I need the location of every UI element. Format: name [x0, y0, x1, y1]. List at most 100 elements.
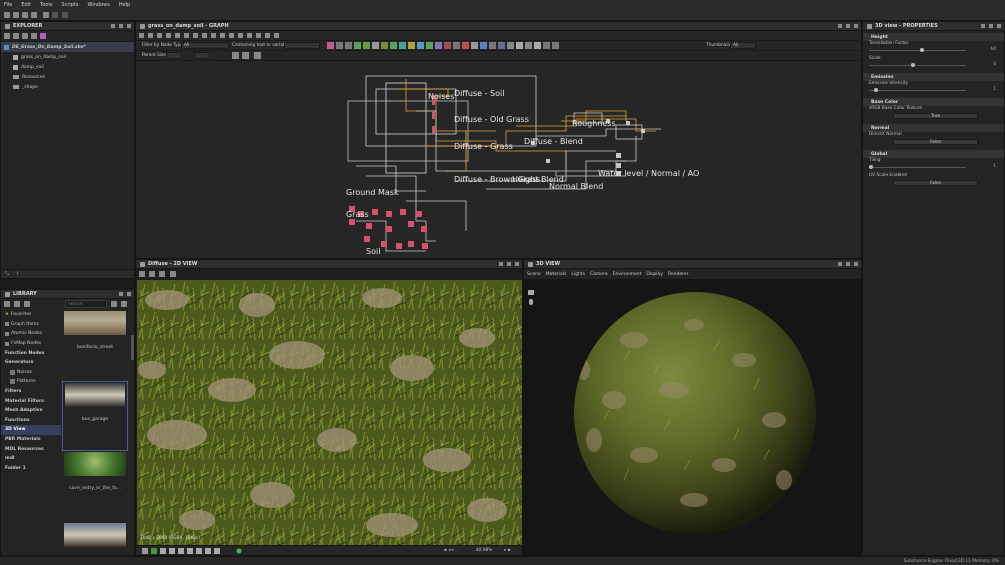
menu-scripts[interactable]: Scripts [61, 2, 78, 8]
lib-cat-filters[interactable]: Filters [1, 387, 61, 397]
tiling-slider[interactable]: 1 [869, 164, 996, 170]
lib-cat-function-nodes[interactable]: Function Nodes [1, 348, 61, 358]
library-thumb[interactable]: cave_entry_in_the_fo... [62, 452, 128, 522]
scale-value[interactable]: 4 [993, 62, 996, 67]
lib-cat-material-filters[interactable]: Material Filters [1, 396, 61, 406]
redo-icon[interactable] [52, 12, 58, 18]
uvscale-toggle[interactable]: False [893, 180, 978, 186]
section-base-color[interactable]: Base Color [863, 98, 1004, 106]
srgb-toggle[interactable]: True [893, 113, 978, 119]
settings-icon[interactable] [24, 301, 30, 307]
close-icon[interactable] [854, 262, 858, 266]
tree-item-folder[interactable]: Resources [1, 72, 134, 82]
float-icon[interactable] [507, 262, 511, 266]
float-icon[interactable] [119, 24, 123, 28]
menu-materials[interactable]: Materials [546, 272, 567, 277]
scale-slider[interactable]: 4 [869, 62, 996, 68]
copy-icon[interactable] [159, 271, 165, 277]
menu-edit[interactable]: Edit [21, 2, 31, 8]
save-all-icon[interactable] [31, 12, 37, 18]
lib-cat-graph-items[interactable]: Graph Items [1, 320, 61, 330]
emissive-value[interactable]: 1 [993, 87, 996, 92]
save-image-icon[interactable] [149, 271, 155, 277]
menu-lights[interactable]: Lights [571, 272, 585, 277]
slider-knob[interactable] [873, 87, 878, 92]
lib-cat-3d-view[interactable]: 3D View [1, 425, 61, 435]
filter-text-input[interactable] [284, 42, 320, 49]
float-icon[interactable] [989, 24, 993, 28]
node-type-filter-icons[interactable] [327, 42, 617, 50]
lib-cat-patterns[interactable]: Patterns [1, 377, 61, 387]
3d-viewport[interactable] [524, 280, 861, 555]
library-thumb[interactable] [62, 523, 128, 553]
fit-icon[interactable] [170, 271, 176, 277]
float-icon[interactable] [846, 262, 850, 266]
tree-package[interactable]: DE_Grass_On_Damp_Soil.sbs* [1, 42, 134, 52]
pin-icon[interactable] [499, 262, 503, 266]
library-thumb[interactable]: bus_garage [62, 381, 128, 451]
tessellation-value[interactable]: 64 [991, 47, 996, 52]
diffuse-texture-image[interactable]: 2048 x 2048 (RGBA, 16bpc) [137, 280, 522, 545]
frame-grass[interactable]: Grass [346, 210, 369, 219]
tiling-value[interactable]: 1 [993, 164, 996, 169]
lib-cat-noises[interactable]: Noises [1, 368, 61, 378]
lib-cat-mesh-adaptive[interactable]: Mesh Adaptive [1, 406, 61, 416]
link-size-icon[interactable] [242, 52, 249, 59]
library-scrollbar[interactable] [131, 335, 134, 360]
new-package-icon[interactable] [4, 33, 10, 39]
slider-knob[interactable] [910, 62, 915, 67]
info-icon[interactable]: i [17, 271, 18, 277]
close-icon[interactable] [515, 262, 519, 266]
menu-file[interactable]: File [4, 2, 12, 8]
frame-diffuse-grass[interactable]: Diffuse - Grass [454, 142, 513, 151]
graph-toolbar-icons[interactable] [136, 31, 862, 41]
link-icon[interactable] [31, 33, 37, 39]
tree-item-graph[interactable]: grass_on_damp_soil [1, 52, 134, 62]
menu-display[interactable]: Display [646, 272, 663, 277]
lib-cat-atomic-nodes[interactable]: Atomic Nodes [1, 329, 61, 339]
pin-icon[interactable] [111, 24, 115, 28]
open-icon[interactable] [13, 12, 19, 18]
frame-soil[interactable]: Soil [366, 247, 380, 256]
slider-knob[interactable] [920, 47, 925, 52]
view2d-footer-icons[interactable] [142, 548, 252, 555]
frame-normal-blend[interactable]: Normal Blend [549, 182, 603, 191]
close-icon[interactable] [127, 292, 131, 296]
tree-item-folder[interactable]: _shape [1, 82, 134, 92]
add-icon[interactable] [4, 301, 10, 307]
frame-ground-mask[interactable]: Ground Mask [346, 188, 399, 197]
library-thumb[interactable]: bonifacio_street [62, 311, 128, 381]
pin-icon[interactable] [838, 24, 842, 28]
slider-knob[interactable] [869, 164, 873, 169]
pin-toggle-icon[interactable]: ⤡ [5, 271, 9, 277]
thumbnails-select[interactable]: All [730, 42, 756, 49]
frame-diffuse-soil[interactable]: Diffuse - Soil [454, 89, 504, 98]
lib-cat-fxmap-nodes[interactable]: FxMap Nodes [1, 339, 61, 349]
library-search-input[interactable] [65, 300, 107, 308]
close-icon[interactable] [854, 24, 858, 28]
frame-roughness[interactable]: Roughness [572, 119, 616, 128]
menu-help[interactable]: Help [119, 2, 130, 8]
menu-environment[interactable]: Environment [613, 272, 642, 277]
tessellation-slider[interactable]: 64 [869, 47, 996, 53]
lib-cat-favorites[interactable]: ★ Favorites [1, 310, 61, 320]
section-normal[interactable]: Normal [863, 124, 1004, 132]
frame-water-level[interactable]: Water level / Normal / AO [598, 169, 699, 178]
new-icon[interactable] [4, 12, 10, 18]
frame-noises[interactable]: Noises [428, 92, 454, 101]
zoom-step-icons[interactable]: ▸ ▪ [504, 548, 510, 553]
float-icon[interactable] [119, 292, 123, 296]
filter-node-type-select[interactable]: All [181, 42, 229, 49]
lib-cat-mdl[interactable]: mdl [1, 454, 61, 464]
menu-windows[interactable]: Windows [88, 2, 110, 8]
section-height[interactable]: Height [863, 33, 1004, 41]
frame-diffuse-blend[interactable]: Diffuse - Blend [524, 137, 583, 146]
parent-size-y-select[interactable] [194, 52, 210, 59]
float-icon[interactable] [846, 24, 850, 28]
swap-icon[interactable] [232, 52, 239, 59]
tree-item-graph[interactable]: damp_soil [1, 62, 134, 72]
undo-icon[interactable] [43, 12, 49, 18]
align-icon[interactable] [254, 52, 261, 59]
zoom-level[interactable]: 40.98% [476, 548, 492, 553]
view-mode-icon[interactable] [121, 301, 127, 307]
